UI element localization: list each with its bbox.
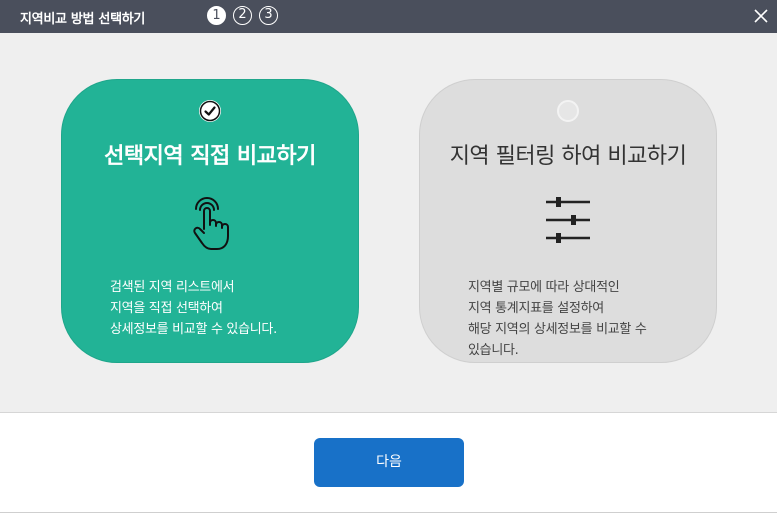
description-line: 검색된 지역 리스트에서 bbox=[110, 280, 235, 295]
close-icon[interactable] bbox=[753, 8, 769, 24]
step-1: 1 bbox=[207, 6, 226, 25]
step-indicator: 1 2 3 bbox=[207, 6, 278, 25]
step-2: 2 bbox=[233, 6, 252, 25]
option-description: 검색된 지역 리스트에서 지역을 직접 선택하여 상세정보를 비교할 수 있습니… bbox=[110, 277, 330, 340]
description-line: 지역을 직접 선택하여 bbox=[110, 301, 223, 316]
radio-unchecked-icon[interactable] bbox=[557, 100, 579, 122]
description-line: 해당 지역의 상세정보를 비교할 수 bbox=[468, 322, 647, 337]
next-button[interactable]: 다음 bbox=[314, 438, 464, 487]
description-line: 상세정보를 비교할 수 있습니다. bbox=[110, 322, 277, 337]
option-title: 선택지역 직접 비교하기 bbox=[104, 144, 316, 169]
option-title: 지역 필터링 하여 비교하기 bbox=[449, 144, 687, 169]
option-card-direct-compare[interactable]: 선택지역 직접 비교하기 검색된 지역 리스트에서 지역을 직접 선택하여 상세… bbox=[61, 79, 359, 363]
step-3: 3 bbox=[259, 6, 278, 25]
dialog-title: 지역비교 방법 선택하기 bbox=[20, 12, 146, 27]
option-card-filter-compare[interactable]: 지역 필터링 하여 비교하기 지역별 규모에 따라 상대적인 지역 통계지표를 … bbox=[419, 79, 717, 363]
description-line: 지역 통계지표를 설정하여 bbox=[468, 301, 604, 316]
dialog-titlebar: 지역비교 방법 선택하기 1 2 3 bbox=[0, 0, 777, 33]
option-area: 선택지역 직접 비교하기 검색된 지역 리스트에서 지역을 직접 선택하여 상세… bbox=[0, 33, 777, 413]
touch-hand-icon bbox=[190, 196, 230, 256]
radio-checked-icon[interactable] bbox=[199, 100, 221, 122]
sliders-icon bbox=[544, 196, 592, 248]
dialog-footer: 다음 bbox=[0, 413, 777, 513]
description-line: 있습니다. bbox=[468, 343, 519, 358]
description-line: 지역별 규모에 따라 상대적인 bbox=[468, 280, 620, 295]
option-description: 지역별 규모에 따라 상대적인 지역 통계지표를 설정하여 해당 지역의 상세정… bbox=[468, 277, 683, 361]
